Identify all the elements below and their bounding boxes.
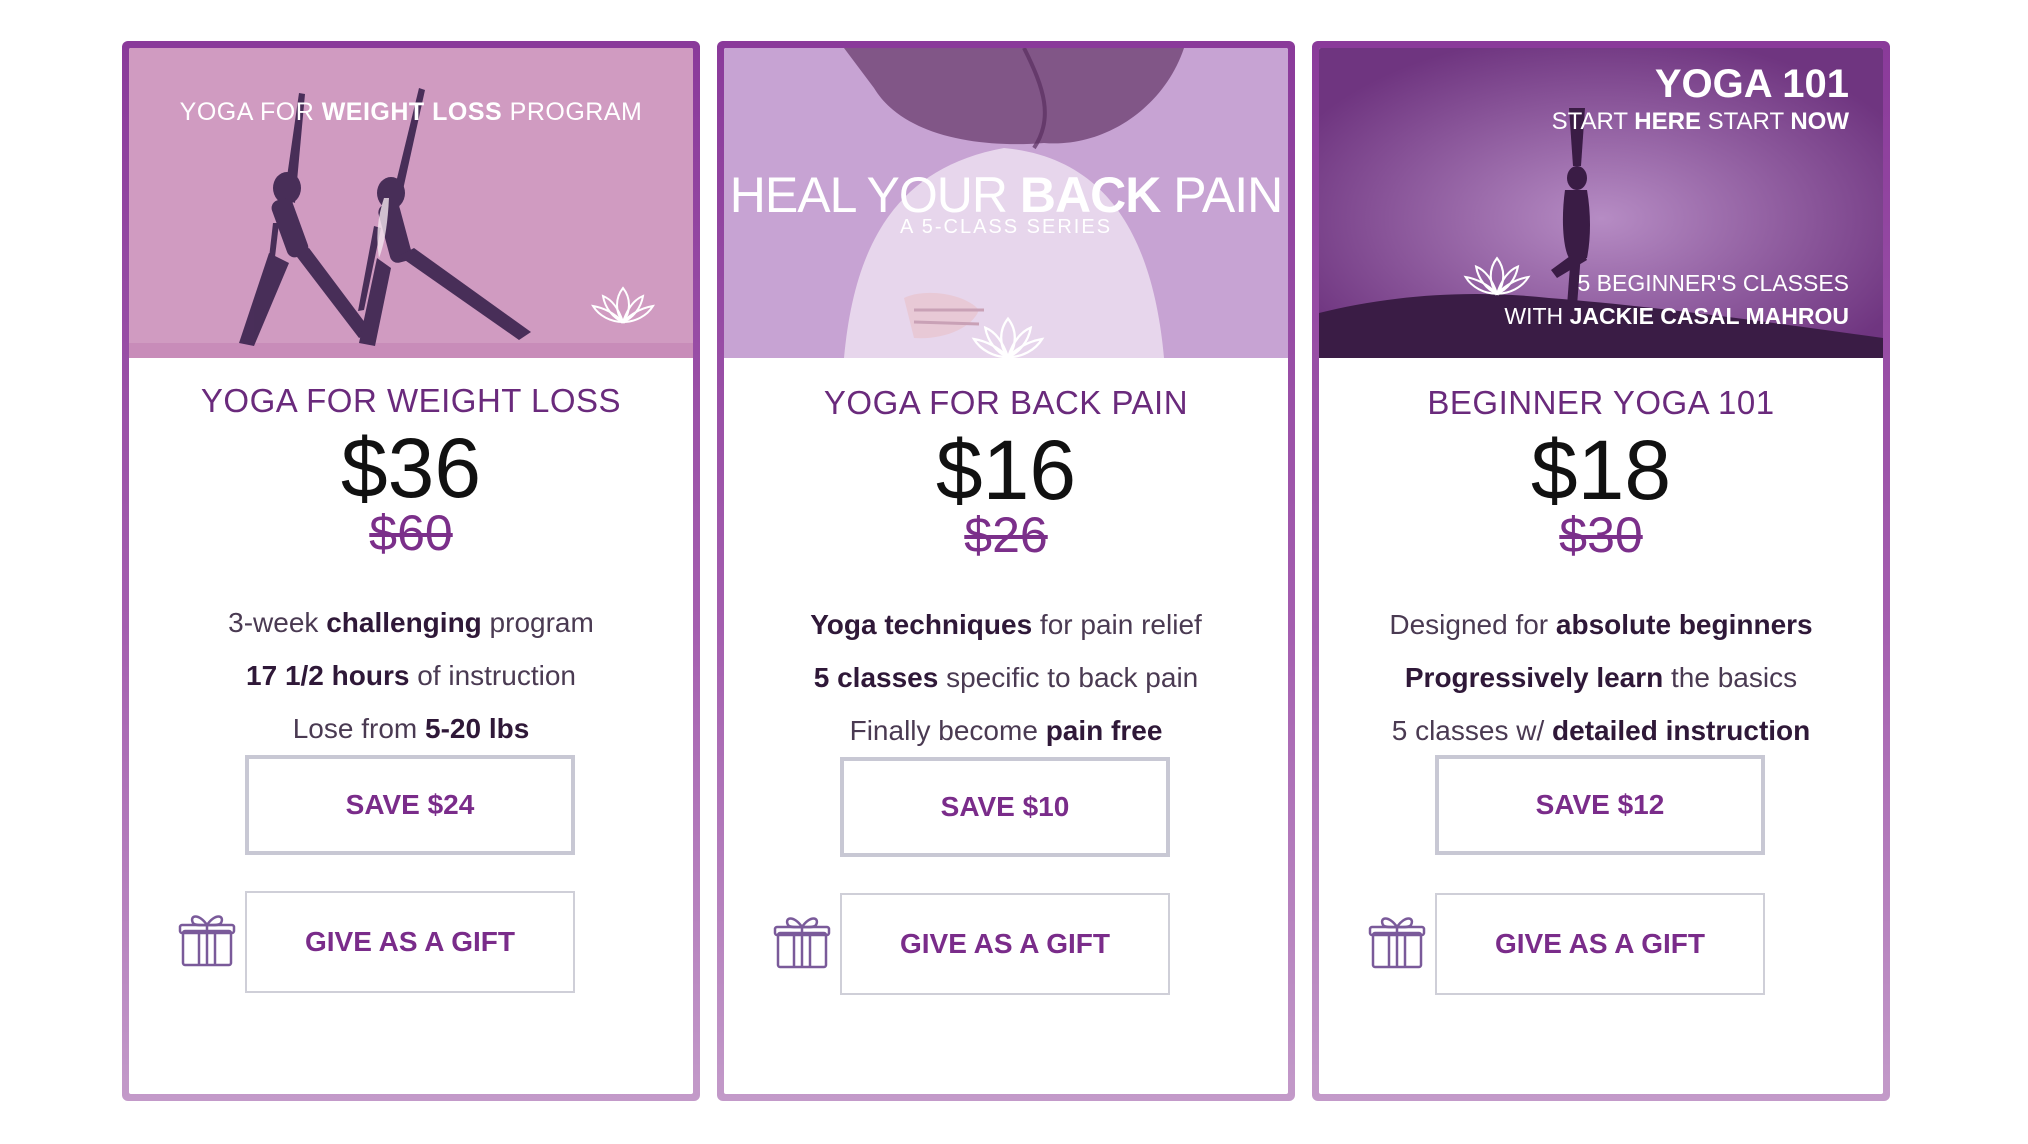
hero-classes-text: 5 BEGINNER'S CLASSES [1577,270,1849,296]
lotus-icon [1463,256,1531,296]
feature-list: 3-week challenging program 17 1/2 hours … [129,596,693,755]
give-as-gift-button[interactable]: GIVE AS A GIFT [840,893,1170,995]
original-price: $26 [964,507,1048,563]
hero-heading: YOGA FOR WEIGHT LOSS PROGRAM [179,98,643,126]
gift-icon[interactable] [772,911,832,971]
card-body: YOGA 101 START HERE START NOW 5 BEGINNER… [1319,48,1883,1094]
give-as-gift-button[interactable]: GIVE AS A GIFT [1435,893,1765,995]
gift-icon[interactable] [1367,911,1427,971]
gift-icon[interactable] [177,909,237,969]
card-title: YOGA FOR WEIGHT LOSS [200,382,622,419]
feature-list: Yoga techniques for pain relief 5 classe… [724,598,1288,757]
pricing-card-back-pain: HEAL YOUR BACK PAIN A 5-CLASS SERIES YOG… [717,41,1295,1101]
hero-instructor-text: WITH JACKIE CASAL MAHROU [1504,303,1849,329]
hero-image: YOGA FOR WEIGHT LOSS PROGRAM [129,48,693,358]
card-body: YOGA FOR WEIGHT LOSS PROGRAM YOGA FOR WE… [129,48,693,1094]
feature-item: Progressively learn the basics [1404,662,1798,693]
pricing-cards: YOGA FOR WEIGHT LOSS PROGRAM YOGA FOR WE… [0,0,2028,1144]
feature-item: 17 1/2 hours of instruction [246,660,576,691]
sale-price: $36 [340,421,482,515]
save-button[interactable]: SAVE $24 [245,755,575,855]
sale-price: $16 [935,423,1077,517]
feature-list: Designed for absolute beginners Progress… [1319,598,1883,757]
gift-row: GIVE AS A GIFT [724,893,1288,997]
feature-item: Finally become pain free [849,715,1163,746]
hero-heading: YOGA 101 [1654,62,1849,106]
feature-item: Designed for absolute beginners [1389,609,1813,640]
give-as-gift-button[interactable]: GIVE AS A GIFT [245,891,575,993]
gift-row: GIVE AS A GIFT [129,891,693,995]
hero-subheading: START HERE START NOW [1551,108,1849,135]
feature-item: 3-week challenging program [228,607,594,638]
pricing-card-weight-loss: YOGA FOR WEIGHT LOSS PROGRAM YOGA FOR WE… [122,41,700,1101]
feature-item: 5 classes w/ detailed instruction [1391,715,1811,746]
save-button[interactable]: SAVE $12 [1435,755,1765,855]
card-title: YOGA FOR BACK PAIN [823,384,1189,421]
card-title: BEGINNER YOGA 101 [1427,384,1775,421]
save-button[interactable]: SAVE $10 [840,757,1170,857]
feature-item: Yoga techniques for pain relief [810,609,1202,640]
feature-item: 5 classes specific to back pain [813,662,1199,693]
feature-item: Lose from 5-20 lbs [292,713,530,744]
lotus-icon [591,286,655,324]
sale-price: $18 [1530,423,1672,517]
card-body: HEAL YOUR BACK PAIN A 5-CLASS SERIES YOG… [724,48,1288,1094]
gift-row: GIVE AS A GIFT [1319,893,1883,997]
hero-subheading: A 5-CLASS SERIES [899,216,1113,238]
original-price: $30 [1559,507,1643,563]
pricing-card-beginner: YOGA 101 START HERE START NOW 5 BEGINNER… [1312,41,1890,1101]
original-price: $60 [369,505,453,561]
lotus-icon [971,316,1045,358]
hero-image: YOGA 101 START HERE START NOW 5 BEGINNER… [1319,48,1883,358]
hero-image: HEAL YOUR BACK PAIN A 5-CLASS SERIES [724,48,1288,358]
